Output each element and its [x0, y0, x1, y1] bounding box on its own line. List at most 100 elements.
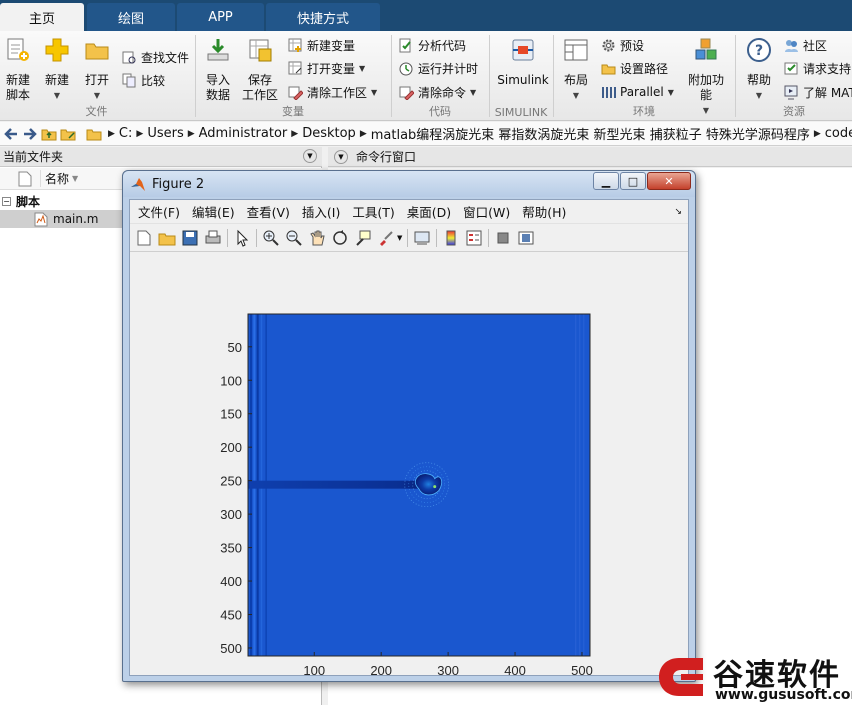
up-folder-icon[interactable] — [41, 126, 57, 142]
compare-button[interactable]: 比较 — [122, 70, 165, 90]
name-column-header[interactable]: 名称 — [40, 170, 69, 187]
addons-cubes-icon — [695, 38, 717, 60]
run-and-time-button[interactable]: 运行并计时 — [399, 58, 478, 78]
help-icon: ? — [747, 38, 771, 62]
learn-matlab-button[interactable]: 了解 MATL — [784, 82, 852, 102]
breadcrumb-item[interactable]: Administrator — [199, 126, 288, 141]
figure-title-bar[interactable]: Figure 2 ▁ □ ✕ — [123, 171, 695, 197]
learn-matlab-label: 了解 MATL — [803, 85, 852, 100]
help-button[interactable]: ? 帮助 ▼ — [739, 35, 779, 101]
new-script-button[interactable]: 新建 脚本 — [0, 35, 38, 102]
clear-commands-button[interactable]: 清除命令 ▼ — [399, 82, 476, 102]
beam-channel — [248, 480, 429, 489]
breadcrumb-item[interactable]: code — [825, 126, 852, 141]
tab-shortcuts[interactable]: 快捷方式 — [266, 3, 380, 31]
find-files-icon — [122, 51, 136, 63]
heatmap-chart[interactable]: 100 200 300 400 500 50 100 150 200 250 300 350 400 45… — [130, 253, 688, 678]
sort-desc-icon[interactable]: ▼ — [72, 174, 78, 183]
preferences-button[interactable]: 预设 — [601, 35, 644, 55]
command-window-title: 命令行窗口 — [356, 150, 417, 164]
colorbar-icon[interactable] — [442, 229, 460, 247]
panel-menu-chevron-icon[interactable]: ▼ — [334, 149, 348, 164]
interference-stripe — [575, 314, 577, 656]
new-figure-icon[interactable] — [135, 229, 153, 247]
close-button[interactable]: ✕ — [647, 172, 691, 190]
clear-workspace-button[interactable]: 清除工作区 ▼ — [288, 82, 377, 102]
data-cursor-icon[interactable] — [354, 229, 372, 247]
browse-folder-icon[interactable] — [60, 126, 76, 142]
breadcrumb-separator-icon: ▶ — [359, 128, 367, 139]
menu-insert[interactable]: 插入(I) — [302, 202, 340, 221]
minimize-icon: ▁ — [601, 174, 611, 188]
legend-icon[interactable] — [465, 229, 483, 247]
y-tick-label: 300 — [220, 507, 242, 522]
open-variable-button[interactable]: 打开变量 ▼ — [288, 58, 365, 78]
pointer-arrow-icon[interactable] — [233, 229, 251, 247]
breadcrumb-item[interactable]: C: — [119, 126, 132, 141]
analyze-code-button[interactable]: 分析代码 — [399, 35, 466, 55]
pan-hand-icon[interactable] — [308, 229, 326, 247]
minimize-button[interactable]: ▁ — [593, 172, 619, 190]
print-icon[interactable] — [204, 229, 222, 247]
new-button[interactable]: 新建 ▼ — [37, 35, 77, 101]
forward-arrow-icon[interactable] — [22, 126, 38, 142]
current-folder-header: 当前文件夹 ▼ — [0, 147, 322, 167]
hide-plot-tools-icon[interactable] — [494, 229, 512, 247]
open-file-icon[interactable] — [158, 229, 176, 247]
open-label: 打开 — [84, 73, 109, 87]
tab-home[interactable]: 主页 — [0, 3, 84, 31]
request-support-button[interactable]: 请求支持 — [784, 58, 851, 78]
open-button[interactable]: 打开 ▼ — [77, 35, 117, 101]
find-files-button[interactable]: 查找文件 — [122, 47, 189, 67]
menu-window[interactable]: 窗口(W) — [463, 202, 510, 221]
y-tick-label: 200 — [220, 440, 242, 455]
import-data-button[interactable]: 导入 数据 — [198, 35, 238, 102]
panel-menu-chevron-icon[interactable]: ▼ — [303, 149, 317, 163]
new-variable-icon — [288, 38, 302, 52]
rotate-3d-icon[interactable] — [331, 229, 349, 247]
save-workspace-button[interactable]: 保存 工作区 — [240, 35, 280, 102]
folder-icon — [86, 129, 102, 140]
interference-stripe — [579, 314, 581, 656]
addons-button[interactable]: 附加功能 ▼ — [683, 35, 729, 115]
particle-hotspot — [433, 485, 437, 489]
layout-label: 布局 — [563, 73, 588, 87]
brush-dropdown-chevron-icon[interactable]: ▼ — [397, 234, 402, 242]
interference-stripe — [583, 314, 585, 656]
show-plot-tools-icon[interactable] — [517, 229, 535, 247]
current-folder-title: 当前文件夹 — [3, 150, 64, 164]
new-variable-button[interactable]: 新建变量 — [288, 35, 355, 55]
layout-button[interactable]: 布局 ▼ — [556, 35, 596, 101]
breadcrumb-item[interactable]: Desktop — [302, 126, 356, 141]
tab-plots[interactable]: 绘图 — [87, 3, 175, 31]
brush-icon[interactable] — [377, 229, 395, 247]
compare-icon — [122, 73, 136, 87]
breadcrumb-item[interactable]: Users — [147, 126, 183, 141]
community-button[interactable]: 社区 — [784, 35, 827, 55]
breadcrumb-item[interactable]: matlab编程涡旋光束 幂指数涡旋光束 新型光束 捕获粒子 特殊光学源码程序 — [371, 124, 810, 143]
y-tick-label: 150 — [220, 407, 242, 422]
maximize-button[interactable]: □ — [620, 172, 646, 190]
collapse-icon[interactable]: − — [2, 196, 11, 206]
zoom-in-icon[interactable] — [262, 229, 280, 247]
back-arrow-icon[interactable] — [3, 126, 19, 142]
dock-arrow-icon[interactable]: ↘ — [674, 207, 682, 217]
menu-view[interactable]: 查看(V) — [247, 202, 290, 221]
import-label-2: 数据 — [205, 88, 230, 102]
link-plot-icon[interactable] — [413, 229, 431, 247]
set-path-button[interactable]: 设置路径 — [601, 58, 668, 78]
y-tick-label: 100 — [220, 373, 242, 388]
menu-help[interactable]: 帮助(H) — [522, 202, 566, 221]
run-time-label: 运行并计时 — [418, 61, 479, 76]
menu-edit[interactable]: 编辑(E) — [192, 202, 235, 221]
parallel-button[interactable]: Parallel ▼ — [601, 82, 674, 102]
menu-file[interactable]: 文件(F) — [138, 202, 180, 221]
simulink-button[interactable]: Simulink — [497, 35, 549, 101]
save-workspace-icon — [249, 39, 272, 62]
menu-tools[interactable]: 工具(T) — [352, 202, 394, 221]
zoom-out-icon[interactable] — [285, 229, 303, 247]
save-icon[interactable] — [181, 229, 199, 247]
menu-desktop[interactable]: 桌面(D) — [407, 202, 451, 221]
tab-apps[interactable]: APP — [177, 3, 264, 31]
breadcrumb-separator-icon: ▶ — [187, 128, 195, 139]
